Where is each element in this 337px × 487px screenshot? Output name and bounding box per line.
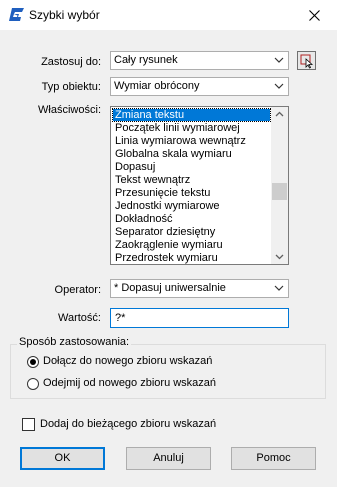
operator-dropdown[interactable]: * Dopasuj uniwersalnie [110,279,289,298]
title-bar: Szybki wybór [0,0,337,30]
chevron-down-icon [274,83,284,89]
apply-mode-title: Sposób zastosowania: [17,336,132,348]
operator-value: * Dopasuj uniwersalnie [114,282,226,294]
list-item[interactable]: Zmiana tekstu [112,108,271,122]
list-item[interactable]: Dopasuj [115,161,155,173]
list-item[interactable]: Globalna skala wymiaru [115,148,232,160]
select-objects-button[interactable] [297,51,316,70]
scroll-up-arrow-icon[interactable] [275,111,284,117]
list-item[interactable]: Zaokrąglenie wymiaru [115,239,223,251]
chevron-down-icon [274,285,284,291]
select-objects-icon [300,54,314,69]
value-input[interactable]: ?* [110,308,289,328]
window-title: Szybki wybór [29,8,100,22]
apply-to-dropdown[interactable]: Cały rysunek [110,51,289,70]
list-item[interactable]: Jednostki wymiarowe [115,200,220,212]
chevron-down-icon [274,57,284,63]
object-type-dropdown[interactable]: Wymiar obrócony [110,77,289,96]
object-type-value: Wymiar obrócony [114,80,200,92]
apply-to-value: Cały rysunek [114,54,178,66]
apply-to-label: Zastosuj do: [41,56,101,68]
value-label: Wartość: [58,312,101,324]
close-icon [308,9,320,21]
list-item[interactable]: Tekst wewnątrz [115,174,190,186]
help-button[interactable]: Pomoc [231,447,316,470]
include-radio[interactable] [27,356,39,368]
app-logo-icon [9,8,24,21]
apply-mode-group [10,344,326,399]
exclude-radio[interactable] [27,378,39,390]
cancel-button[interactable]: Anuluj [126,447,211,470]
list-item[interactable]: Linia wymiarowa wewnątrz [115,135,246,147]
ok-button[interactable]: OK [20,447,105,470]
close-button[interactable] [291,0,337,30]
exclude-radio-label[interactable]: Odejmij od nowego zbioru wskazań [43,377,216,389]
list-item[interactable]: Dokładność [115,213,172,225]
scrollbar-thumb[interactable] [272,183,287,200]
list-item[interactable]: Przedrostek wymiaru [115,252,218,264]
radio-selected-dot [30,359,36,365]
list-item[interactable]: Początek linii wymiarowej [115,122,240,134]
object-type-label: Typ obiektu: [41,81,101,93]
properties-listbox[interactable]: Zmiana tekstu Początek linii wymiarowej … [110,106,289,265]
value-input-text: ?* [115,312,126,324]
properties-label: Właściwości: [38,104,101,116]
scroll-down-arrow-icon[interactable] [275,254,284,260]
properties-scrollbar[interactable] [271,107,288,264]
list-item[interactable]: Przesunięcie tekstu [115,187,210,199]
append-checkbox[interactable] [22,418,35,431]
append-checkbox-label[interactable]: Dodaj do bieżącego zbioru wskazań [40,418,216,430]
include-radio-label[interactable]: Dołącz do nowego zbioru wskazań [43,355,212,367]
list-item[interactable]: Separator dziesiętny [115,226,215,238]
operator-label: Operator: [54,284,101,296]
